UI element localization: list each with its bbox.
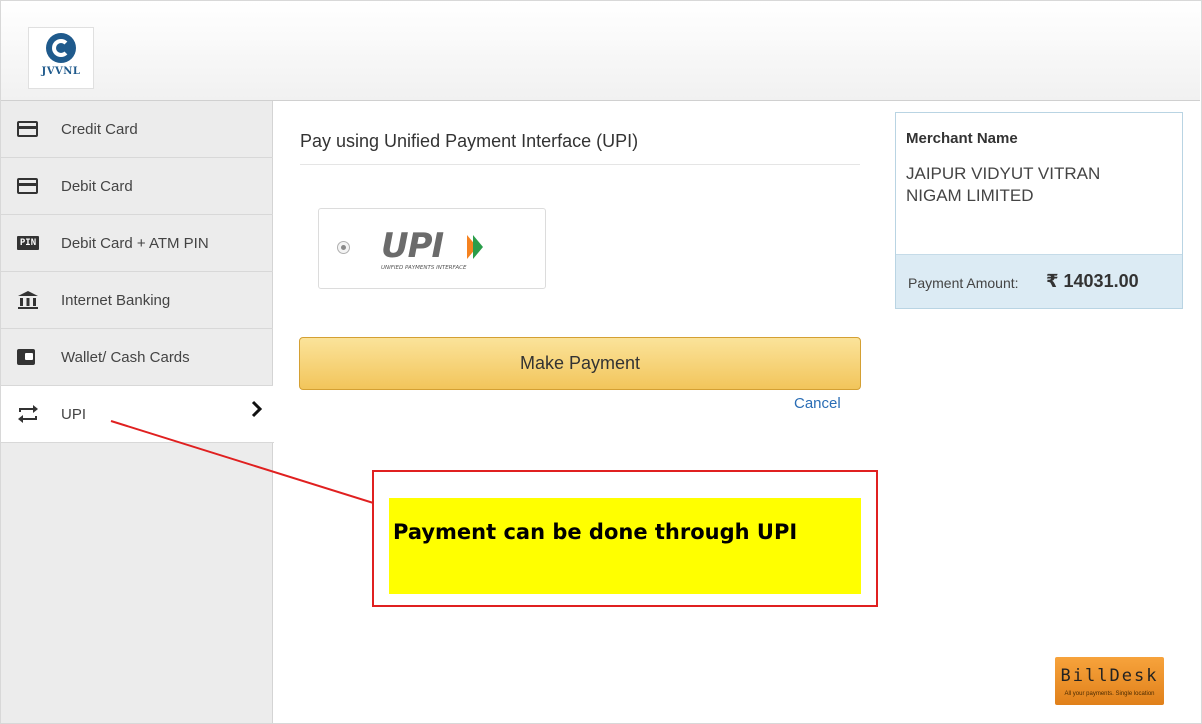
annotation-callout: Payment can be done through UPI [372,470,878,607]
billdesk-logo: BillDesk All your payments. Single locat… [1055,657,1164,705]
annotation-highlight: Payment can be done through UPI [389,498,861,594]
annotation-text: Payment can be done through UPI [393,520,798,544]
billdesk-brand: BillDesk [1060,666,1159,686]
billdesk-tagline: All your payments. Single location [1064,691,1155,697]
annotation-pointer-line [110,420,384,507]
